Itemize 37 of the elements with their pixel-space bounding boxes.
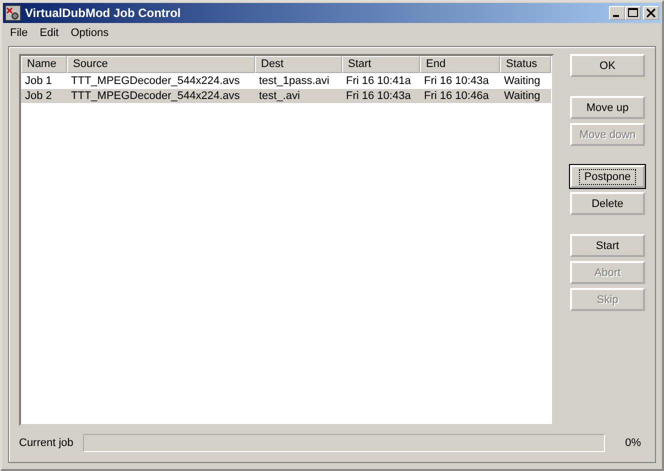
maximize-button[interactable] bbox=[625, 6, 641, 20]
column-header[interactable]: Dest bbox=[255, 56, 342, 73]
column-header[interactable]: Start bbox=[342, 56, 420, 73]
column-header[interactable]: End bbox=[420, 56, 500, 73]
dialog-button[interactable]: OK bbox=[570, 54, 645, 77]
table-cell-text: Job 2 bbox=[24, 89, 53, 103]
table-cell-text: test_.avi bbox=[258, 89, 301, 103]
minimize-icon bbox=[613, 15, 619, 17]
progress-percent: 0% bbox=[624, 437, 642, 449]
table-cell-text: Waiting bbox=[503, 89, 542, 103]
minimize-button[interactable] bbox=[609, 6, 625, 20]
dialog-button[interactable]: Start bbox=[570, 234, 645, 257]
column-header[interactable]: Name bbox=[21, 56, 67, 73]
menu-item[interactable]: Edit bbox=[34, 27, 65, 39]
column-header[interactable]: Status bbox=[500, 56, 551, 73]
table-cell-text: Fri 16 10:46a bbox=[423, 89, 490, 103]
progress-label: Current job bbox=[19, 437, 74, 449]
close-icon bbox=[646, 8, 656, 18]
table-cell-text: TTT_MPEGDecoder_544x224.avs bbox=[70, 74, 241, 88]
dialog-button[interactable]: Delete bbox=[570, 192, 645, 215]
close-button[interactable] bbox=[643, 6, 659, 20]
table-cell-text: Fri 16 10:43a bbox=[423, 74, 490, 88]
table-cell-text: Fri 16 10:43a bbox=[345, 89, 412, 103]
window-title: VirtualDubMod Job Control bbox=[25, 6, 182, 20]
table-cell-text: Waiting bbox=[503, 74, 542, 88]
dialog-button[interactable]: Postpone bbox=[570, 165, 645, 188]
table-cell-text: TTT_MPEGDecoder_544x224.avs bbox=[70, 89, 241, 103]
table-cell-text: Fri 16 10:41a bbox=[345, 74, 412, 88]
table-cell-text: Job 1 bbox=[24, 74, 53, 88]
menu-item[interactable]: File bbox=[4, 27, 34, 39]
job-row[interactable]: Job 2 TTT_MPEGDecoder_544x224.avs test_.avi Fri 16 10:43a Fri 16 10:46a Waiting bbox=[21, 89, 551, 103]
column-header[interactable]: Source bbox=[67, 56, 255, 73]
maximize-icon bbox=[628, 8, 638, 18]
job-row[interactable]: Job 1 TTT_MPEGDecoder_544x224.avs test_1pass.avi Fri 16 10:41a Fri 16 10:43a Waiting bbox=[21, 74, 551, 88]
menu-item[interactable]: Options bbox=[64, 27, 115, 39]
dialog-button[interactable]: Move up bbox=[570, 96, 645, 119]
table-cell-text: test_1pass.avi bbox=[258, 74, 330, 88]
